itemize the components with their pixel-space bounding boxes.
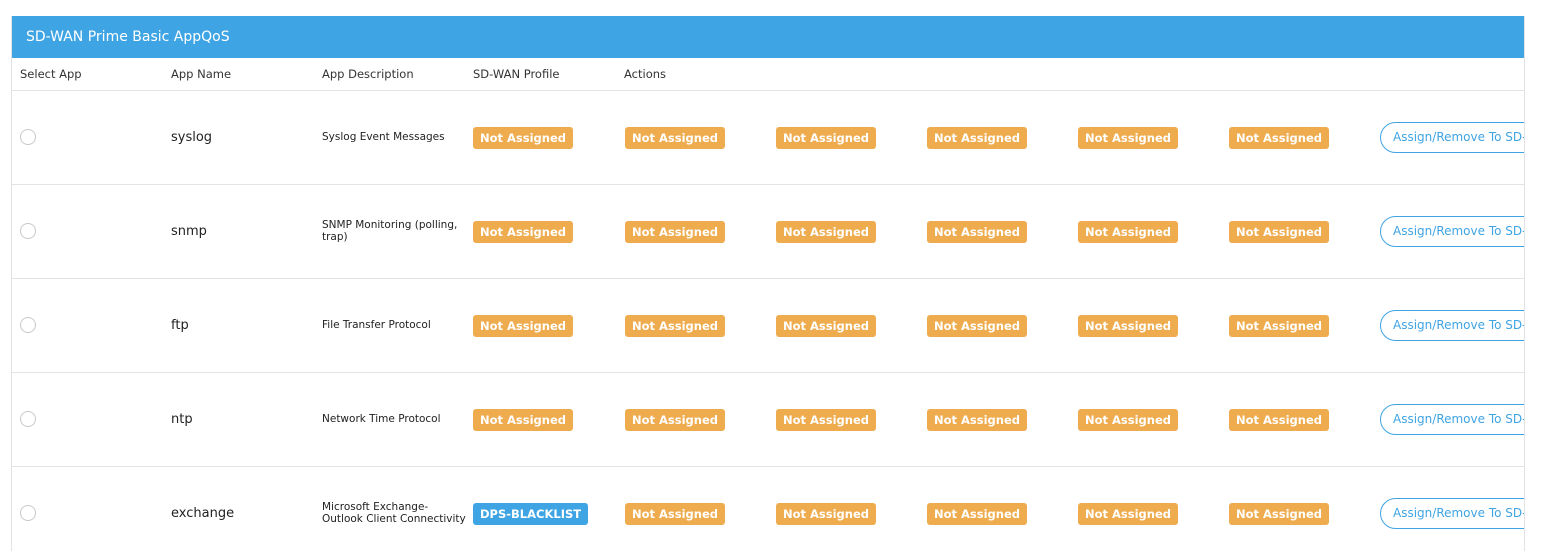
app-name: snmp bbox=[171, 224, 207, 239]
column-header-sdwan-profile: SD-WAN Profile bbox=[473, 67, 560, 81]
assign-remove-sdwan-button[interactable]: Assign/Remove To SD-WAN bbox=[1380, 310, 1524, 341]
sdwan-profile-badge: Not Assigned bbox=[1229, 221, 1330, 243]
table-row: syslog Syslog Event Messages Not Assigned N… bbox=[12, 91, 1524, 185]
sdwan-profile-badge: Not Assigned bbox=[927, 127, 1028, 149]
sdwan-profile-badge: DPS-BLACKLIST bbox=[473, 503, 589, 525]
assign-remove-sdwan-button[interactable]: Assign/Remove To SD-WAN bbox=[1380, 122, 1524, 153]
assign-remove-sdwan-button[interactable]: Assign/Remove To SD-WAN bbox=[1380, 404, 1524, 435]
sdwan-profile-badge: Not Assigned bbox=[1078, 127, 1179, 149]
table-row: ftp File Transfer Protocol Not Assigned Not… bbox=[12, 279, 1524, 373]
sdwan-profile-badge: Not Assigned bbox=[927, 409, 1028, 431]
app-name: exchange bbox=[171, 506, 235, 521]
sdwan-profile-badge: Not Assigned bbox=[473, 221, 574, 243]
select-app-radio[interactable] bbox=[20, 411, 36, 427]
sdwan-profile-badge: Not Assigned bbox=[625, 221, 726, 243]
sdwan-profile-badge: Not Assigned bbox=[776, 503, 877, 525]
sdwan-profile-badge: Not Assigned bbox=[1229, 127, 1330, 149]
sdwan-profile-badge: Not Assigned bbox=[473, 127, 574, 149]
column-header-app-description: App Description bbox=[322, 67, 414, 81]
select-app-radio[interactable] bbox=[20, 129, 36, 145]
app-name: syslog bbox=[171, 130, 213, 145]
assign-remove-sdwan-button[interactable]: Assign/Remove To SD-WAN bbox=[1380, 498, 1524, 529]
app-name: ntp bbox=[171, 412, 193, 427]
sdwan-profile-badge: Not Assigned bbox=[927, 503, 1028, 525]
app-name: ftp bbox=[171, 318, 189, 333]
app-description: SNMP Monitoring (polling, trap) bbox=[322, 219, 458, 243]
sdwan-profile-badge: Not Assigned bbox=[473, 409, 574, 431]
select-app-radio[interactable] bbox=[20, 317, 36, 333]
table-row: ntp Network Time Protocol Not Assigned Not … bbox=[12, 373, 1524, 467]
sdwan-profile-badge: Not Assigned bbox=[1078, 221, 1179, 243]
sdwan-profile-badge: Not Assigned bbox=[625, 127, 726, 149]
column-header-select-app: Select App bbox=[20, 67, 82, 81]
sdwan-profile-badge: Not Assigned bbox=[1078, 503, 1179, 525]
sdwan-profile-badge: Not Assigned bbox=[625, 315, 726, 337]
table-row: snmp SNMP Monitoring (polling, trap) Not A… bbox=[12, 185, 1524, 279]
sdwan-profile-badge: Not Assigned bbox=[927, 221, 1028, 243]
sdwan-profile-badge: Not Assigned bbox=[776, 127, 877, 149]
sdwan-profile-badge: Not Assigned bbox=[1229, 503, 1330, 525]
column-header-app-name: App Name bbox=[171, 67, 232, 81]
sdwan-profile-badge: Not Assigned bbox=[776, 315, 877, 337]
app-description: Network Time Protocol bbox=[322, 413, 441, 425]
app-description: Microsoft Exchange-Outlook Client Connec… bbox=[322, 501, 466, 525]
app-table-body: syslog Syslog Event Messages Not Assigned N… bbox=[12, 91, 1524, 551]
sdwan-profile-badge: Not Assigned bbox=[1078, 409, 1179, 431]
panel-title: SD-WAN Prime Basic AppQoS bbox=[12, 16, 1524, 58]
app-description: Syslog Event Messages bbox=[322, 131, 445, 143]
sdwan-profile-badge: Not Assigned bbox=[776, 409, 877, 431]
column-header-actions: Actions bbox=[624, 67, 667, 81]
app-description: File Transfer Protocol bbox=[322, 319, 431, 331]
sdwan-profile-badge: Not Assigned bbox=[1229, 315, 1330, 337]
sdwan-profile-badge: Not Assigned bbox=[473, 315, 574, 337]
appqos-panel: SD-WAN Prime Basic AppQoS Select App App… bbox=[11, 16, 1525, 551]
select-app-radio[interactable] bbox=[20, 505, 36, 521]
sdwan-profile-badge: Not Assigned bbox=[1078, 315, 1179, 337]
table-row: exchange Microsoft Exchange-Outlook Clien… bbox=[12, 467, 1524, 551]
column-header-row: Select App App Name App Description SD-W… bbox=[12, 58, 1524, 91]
assign-remove-sdwan-button[interactable]: Assign/Remove To SD-WAN bbox=[1380, 216, 1524, 247]
sdwan-profile-badge: Not Assigned bbox=[776, 221, 877, 243]
sdwan-profile-badge: Not Assigned bbox=[625, 409, 726, 431]
sdwan-profile-badge: Not Assigned bbox=[927, 315, 1028, 337]
sdwan-profile-badge: Not Assigned bbox=[1229, 409, 1330, 431]
select-app-radio[interactable] bbox=[20, 223, 36, 239]
sdwan-profile-badge: Not Assigned bbox=[625, 503, 726, 525]
